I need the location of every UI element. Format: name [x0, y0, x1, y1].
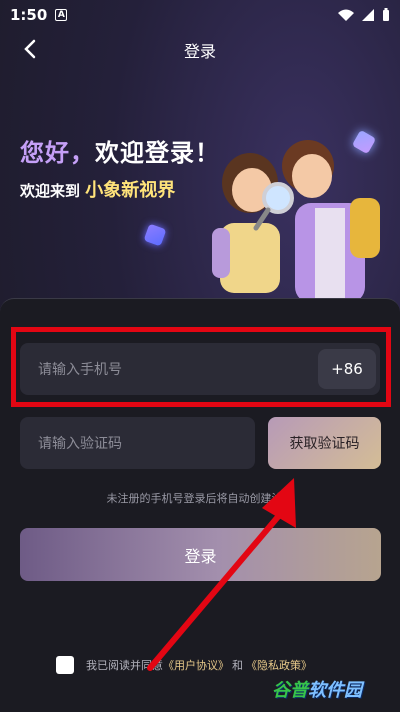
code-placeholder: 请输入验证码	[38, 436, 122, 452]
verification-code-input[interactable]: 请输入验证码	[20, 417, 255, 469]
brand-name: 小象新视界	[85, 180, 176, 201]
watermark: 谷普软件园	[272, 676, 362, 702]
phone-placeholder: 请输入手机号	[38, 362, 122, 378]
register-hint: 未注册的手机号登录后将自动创建注册	[106, 492, 294, 505]
welcome-line: 欢迎来到 小象新视界	[20, 176, 175, 202]
phone-input[interactable]: 请输入手机号 +86	[20, 343, 380, 395]
greeting-prefix: 您好，	[20, 139, 95, 167]
navigation-bar: 登录	[0, 34, 400, 66]
agreement-row: 我已阅读并同意 《用户协议》 和 《隐私政策》	[56, 656, 312, 674]
get-code-button[interactable]: 获取验证码	[268, 417, 381, 469]
page-title: 登录	[183, 42, 216, 61]
country-code-selector[interactable]: +86	[318, 349, 376, 389]
agreement-checkbox[interactable]	[56, 656, 74, 674]
status-time: 1:50	[10, 6, 48, 24]
user-agreement-link[interactable]: 《用户协议》	[163, 657, 229, 673]
greeting-heading: 您好，欢迎登录！	[20, 133, 220, 168]
status-bar: 1:50 A	[0, 0, 400, 30]
back-arrow-icon[interactable]	[20, 38, 42, 60]
wifi-icon	[338, 9, 354, 21]
agreement-prefix: 我已阅读并同意	[86, 659, 163, 672]
signal-icon	[362, 9, 374, 21]
sparkle-decoration	[143, 223, 167, 247]
login-button[interactable]: 登录	[20, 528, 381, 581]
agreement-and: 和	[232, 659, 243, 672]
welcome-text: 欢迎来到	[20, 182, 81, 200]
watermark-part-a: 谷普	[272, 680, 308, 701]
illustration-kids-with-magnifier	[212, 140, 380, 303]
watermark-part-b: 软件园	[308, 680, 362, 701]
battery-icon	[383, 8, 389, 21]
notification-icon: A	[55, 9, 68, 21]
privacy-policy-link[interactable]: 《隐私政策》	[246, 657, 312, 673]
